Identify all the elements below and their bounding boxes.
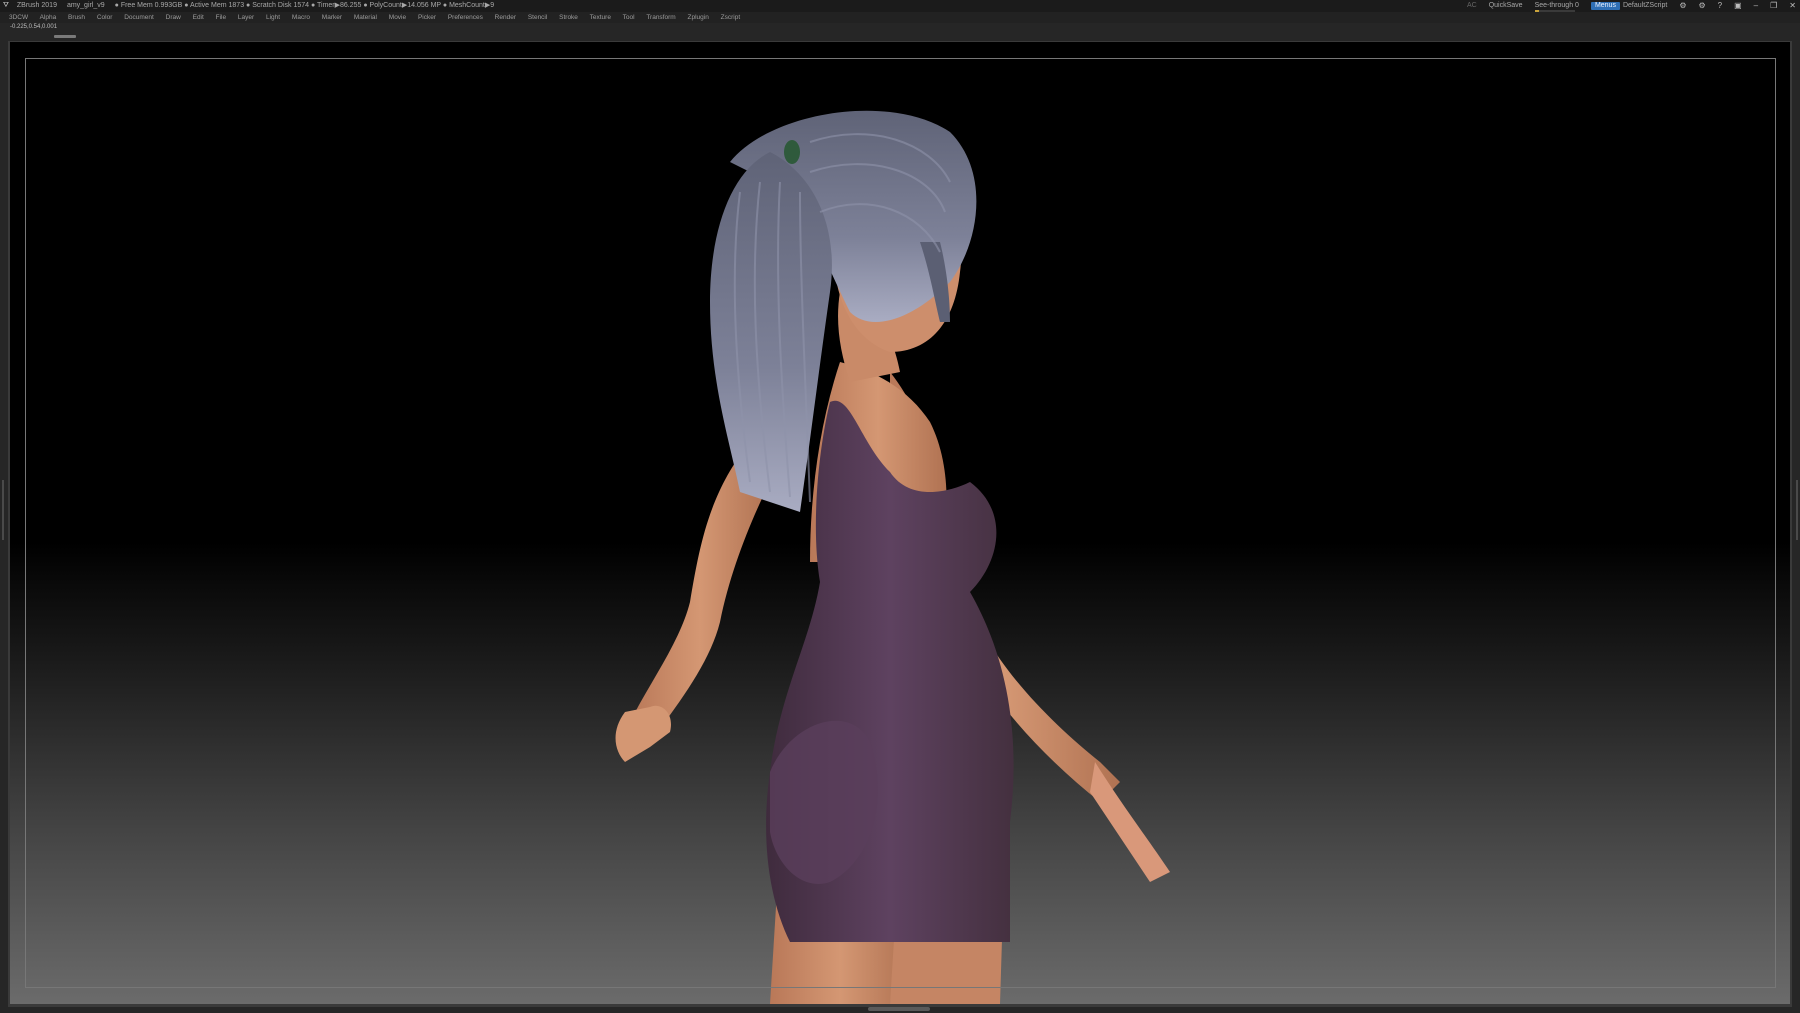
menu-alpha[interactable]: Alpha — [40, 14, 57, 21]
menu-stroke[interactable]: Stroke — [559, 14, 578, 21]
menu-tool[interactable]: Tool — [623, 14, 635, 21]
see-through-slider[interactable]: See-through 0 — [1534, 0, 1579, 13]
menu-stencil[interactable]: Stencil — [528, 14, 548, 21]
close-icon[interactable]: ✕ — [1789, 0, 1796, 12]
left-tray-handle[interactable] — [2, 480, 4, 540]
menu-render[interactable]: Render — [495, 14, 516, 21]
menu-document[interactable]: Document — [124, 14, 154, 21]
menu-movie[interactable]: Movie — [389, 14, 406, 21]
cursor-coordinates: -0.225,0.54,0.001 — [10, 24, 58, 30]
menu-brush[interactable]: Brush — [68, 14, 85, 21]
menu-transform[interactable]: Transform — [646, 14, 675, 21]
ac-indicator[interactable]: AC — [1467, 0, 1477, 12]
sculpt-model-figure — [615, 110, 1170, 1004]
main-menu-bar: 3DCW Alpha Brush Color Document Draw Edi… — [0, 12, 1800, 23]
menu-material[interactable]: Material — [354, 14, 377, 21]
viewport-canvas[interactable] — [10, 42, 1790, 1004]
menu-color[interactable]: Color — [97, 14, 113, 21]
minimize-icon[interactable]: – — [1754, 0, 1758, 12]
menu-texture[interactable]: Texture — [590, 14, 611, 21]
layout-alt-icon[interactable]: ⚙ — [1698, 0, 1705, 12]
zbrush-logo-icon: ⛛ — [3, 2, 9, 9]
menu-marker[interactable]: Marker — [322, 14, 342, 21]
see-through-label: See-through 0 — [1534, 1, 1579, 9]
menu-layer[interactable]: Layer — [238, 14, 254, 21]
menus-button[interactable]: Menus — [1590, 2, 1620, 10]
menu-edit[interactable]: Edit — [193, 14, 204, 21]
menu-zscript[interactable]: Zscript — [721, 14, 741, 21]
layout-icon[interactable]: ⚙ — [1679, 0, 1686, 12]
menu-preferences[interactable]: Preferences — [448, 14, 483, 21]
default-zscript-button[interactable]: DefaultZScript — [1623, 0, 1667, 12]
quicksave-button[interactable]: QuickSave — [1489, 0, 1523, 12]
menu-file[interactable]: File — [216, 14, 226, 21]
menu-zplugin[interactable]: Zplugin — [688, 14, 709, 21]
menu-picker[interactable]: Picker — [418, 14, 436, 21]
right-tray-handle[interactable] — [1796, 480, 1798, 540]
hair-tie — [784, 140, 800, 164]
restore-icon[interactable]: ❐ — [1770, 0, 1777, 12]
bottom-tray-handle[interactable] — [868, 1007, 930, 1011]
menu-draw[interactable]: Draw — [166, 14, 181, 21]
file-name: amy_girl_v9 — [66, 2, 105, 9]
tray-slider-handle[interactable] — [54, 35, 76, 38]
app-title: ZBrush 2019 — [16, 2, 57, 9]
menu-macro[interactable]: Macro — [292, 14, 310, 21]
menu-3dcw[interactable]: 3DCW — [9, 14, 28, 21]
help-icon[interactable]: ? — [1718, 0, 1722, 12]
title-bar: ⛛ ZBrush 2019 amy_girl_v9 ● Free Mem 0.99… — [0, 0, 1800, 12]
lock-icon[interactable]: ▣ — [1734, 0, 1742, 12]
status-stats: ● Free Mem 0.993GB ● Active Mem 1873 ● S… — [114, 2, 495, 9]
menu-light[interactable]: Light — [266, 14, 280, 21]
